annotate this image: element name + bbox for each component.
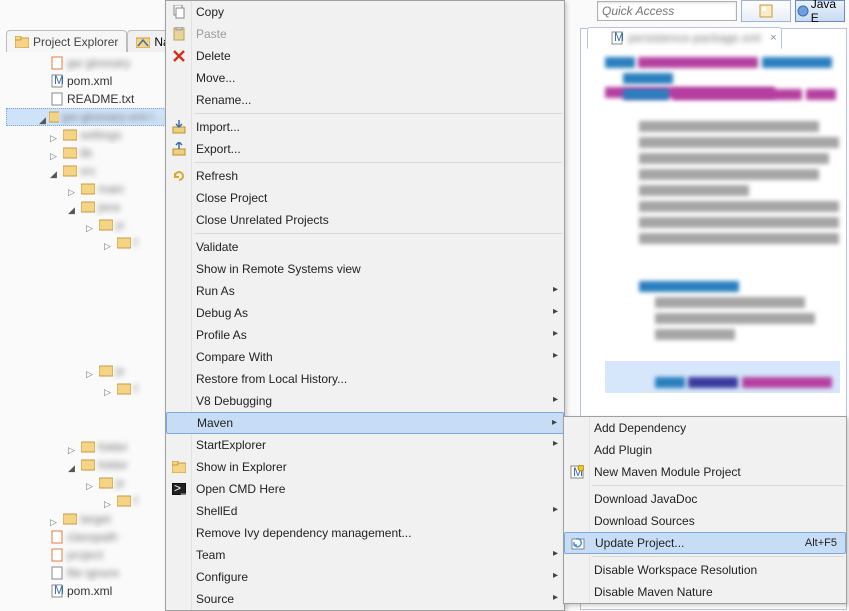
- menu-close-unrelated[interactable]: Close Unrelated Projects: [166, 209, 564, 231]
- menu-configure[interactable]: Configure▸: [166, 566, 564, 588]
- menu-source[interactable]: Source▸: [166, 588, 564, 610]
- maven-submenu: Add Dependency Add Plugin M New Maven Mo…: [563, 416, 847, 604]
- menu-restore-history[interactable]: Restore from Local History...: [166, 368, 564, 390]
- tree-item-pom-xml-2[interactable]: Mpom.xml: [6, 582, 166, 600]
- tree-item-folder[interactable]: jv: [6, 216, 166, 234]
- editor-tab[interactable]: M persistence-package.xml ×: [587, 27, 782, 49]
- keyboard-shortcut: Alt+F5: [805, 537, 837, 549]
- tree-item-folder[interactable]: lib: [6, 144, 166, 162]
- svg-text:M: M: [54, 584, 64, 597]
- tree-item-label: README.txt: [67, 92, 134, 106]
- submenu-update-project[interactable]: Update Project...Alt+F5: [564, 532, 846, 554]
- context-menu: Copy Paste Delete Move... Rename... Impo…: [165, 0, 565, 611]
- tree-item-folder[interactable]: target: [6, 510, 166, 528]
- tree-item-folder[interactable]: jv: [6, 474, 166, 492]
- quick-access-input[interactable]: [597, 1, 737, 21]
- submenu-download-javadoc[interactable]: Download JavaDoc: [564, 488, 846, 510]
- tree-item-folder[interactable]: f: [6, 234, 166, 252]
- submenu-new-maven-module[interactable]: M New Maven Module Project: [564, 461, 846, 483]
- tree-item-folder[interactable]: settings: [6, 126, 166, 144]
- tree-item-blur[interactable]: project: [6, 546, 166, 564]
- tree-item-folder[interactable]: java: [6, 198, 166, 216]
- menu-copy[interactable]: Copy: [166, 1, 564, 23]
- tree-item-blur[interactable]: gw glossary: [6, 54, 166, 72]
- tab-project-explorer-label: Project Explorer: [33, 35, 118, 49]
- maven-module-icon: M: [569, 464, 585, 480]
- tree-item-folder[interactable]: folder: [6, 456, 166, 474]
- menu-paste[interactable]: Paste: [166, 23, 564, 45]
- editor-tab-title: persistence-package.xml: [628, 31, 761, 45]
- tree-item-folder[interactable]: f: [6, 492, 166, 510]
- menu-compare-with[interactable]: Compare With▸: [166, 346, 564, 368]
- delete-icon: [171, 48, 187, 64]
- copy-icon: [171, 4, 187, 20]
- menu-export[interactable]: Export...: [166, 138, 564, 160]
- close-icon[interactable]: ×: [770, 32, 776, 44]
- folder-icon: [171, 459, 187, 475]
- menu-rename[interactable]: Rename...: [166, 89, 564, 111]
- submenu-disable-workspace[interactable]: Disable Workspace Resolution: [564, 559, 846, 581]
- menu-start-explorer[interactable]: StartExplorer▸: [166, 434, 564, 456]
- java-perspective-button[interactable]: Java E: [795, 0, 845, 22]
- tab-project-explorer[interactable]: Project Explorer: [6, 30, 127, 52]
- submenu-add-plugin[interactable]: Add Plugin: [564, 439, 846, 461]
- tree-item-blur[interactable]: file ignore: [6, 564, 166, 582]
- menu-v8-debugging[interactable]: V8 Debugging▸: [166, 390, 564, 412]
- terminal-icon: >_: [171, 481, 187, 497]
- maven-file-icon: M: [610, 31, 624, 45]
- submenu-download-sources[interactable]: Download Sources: [564, 510, 846, 532]
- svg-text:M: M: [54, 74, 64, 87]
- menu-shelled[interactable]: ShellEd▸: [166, 500, 564, 522]
- menu-run-as[interactable]: Run As▸: [166, 280, 564, 302]
- open-perspective-button[interactable]: [741, 0, 791, 22]
- perspective-label: Java E: [811, 0, 844, 25]
- import-icon: [171, 119, 187, 135]
- tree-item-readme[interactable]: README.txt: [6, 90, 166, 108]
- tree-item-pom-xml[interactable]: Mpom.xml: [6, 72, 166, 90]
- menu-refresh[interactable]: Refresh: [166, 165, 564, 187]
- tree-item-label: pom.xml: [67, 74, 112, 88]
- submenu-add-dependency[interactable]: Add Dependency: [564, 417, 846, 439]
- menu-team[interactable]: Team▸: [166, 544, 564, 566]
- submenu-disable-maven[interactable]: Disable Maven Nature: [564, 581, 846, 603]
- tree-item-folder[interactable]: folder: [6, 438, 166, 456]
- menu-show-in-explorer[interactable]: Show in Explorer: [166, 456, 564, 478]
- tree-item-blur[interactable]: classpath: [6, 528, 166, 546]
- menu-validate[interactable]: Validate: [166, 236, 564, 258]
- update-project-icon: [570, 535, 586, 551]
- menu-move[interactable]: Move...: [166, 67, 564, 89]
- menu-delete[interactable]: Delete: [166, 45, 564, 67]
- svg-text:M: M: [614, 31, 624, 44]
- tree-item-folder[interactable]: main: [6, 180, 166, 198]
- tree-item-label: pom.xml: [67, 584, 112, 598]
- menu-remove-ivy[interactable]: Remove Ivy dependency management...: [166, 522, 564, 544]
- tree-item-folder[interactable]: jv: [6, 362, 166, 380]
- menu-open-cmd[interactable]: >_ Open CMD Here: [166, 478, 564, 500]
- menu-maven[interactable]: Maven▸: [166, 412, 564, 434]
- menu-import[interactable]: Import...: [166, 116, 564, 138]
- tree-item-selected-project[interactable]: gw-glossary-ent-l…: [6, 108, 166, 126]
- menu-close-project[interactable]: Close Project: [166, 187, 564, 209]
- paste-icon: [171, 26, 187, 42]
- tree-item-folder[interactable]: f: [6, 380, 166, 398]
- export-icon: [171, 141, 187, 157]
- menu-debug-as[interactable]: Debug As▸: [166, 302, 564, 324]
- menu-show-remote[interactable]: Show in Remote Systems view: [166, 258, 564, 280]
- menu-profile-as[interactable]: Profile As▸: [166, 324, 564, 346]
- tree-item-folder[interactable]: src: [6, 162, 166, 180]
- svg-text:>_: >_: [174, 483, 186, 495]
- refresh-icon: [171, 168, 187, 184]
